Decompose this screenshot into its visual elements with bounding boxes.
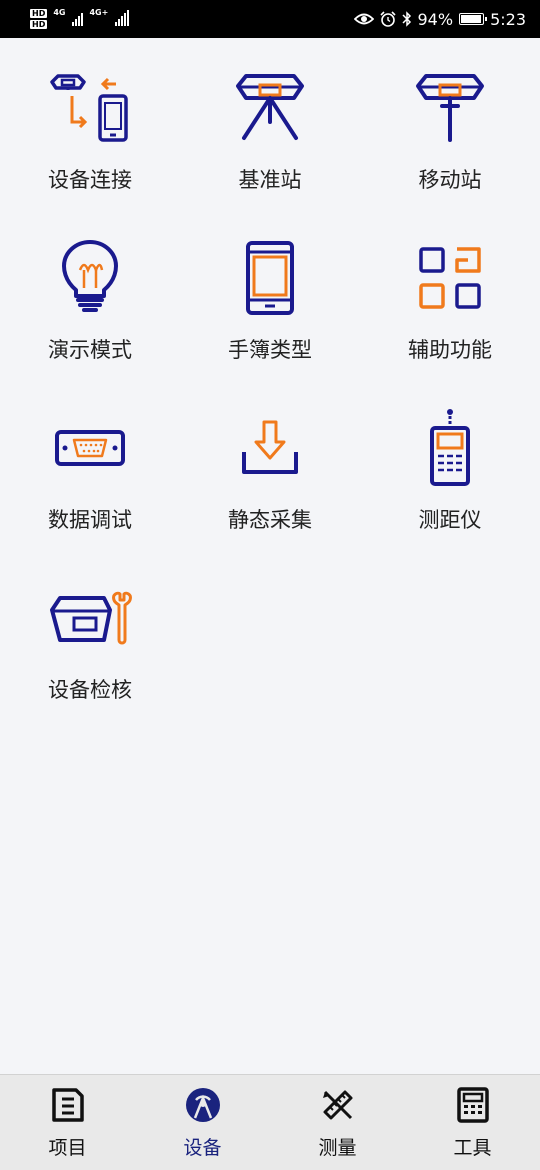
serial-port-icon: [45, 408, 135, 488]
tile-label: 移动站: [418, 168, 482, 192]
hd-badge-2: HD: [30, 20, 48, 29]
tile-base-station[interactable]: 基准站: [180, 38, 360, 208]
nav-label: 项目: [48, 1137, 87, 1159]
hd-badge-1: HD: [30, 9, 48, 18]
feature-grid: 设备连接 基准站 移动站 演示模式 手簿类型 辅助功能 数据调试 静态采集 测距…: [0, 38, 540, 718]
pencil-ruler-icon: [318, 1085, 358, 1125]
tile-label: 基准站: [238, 168, 302, 192]
bottom-nav: 项目 设备 测量 工具: [0, 1074, 540, 1170]
status-right: 94% 5:23: [353, 9, 526, 29]
clipboard-icon: [48, 1085, 88, 1125]
tile-label: 设备检核: [48, 678, 132, 702]
grid-squares-icon: [405, 238, 495, 318]
status-bar: HD HD 4G 4G+ 94% 5:23: [0, 0, 540, 38]
tile-handheld-type[interactable]: 手簿类型: [180, 208, 360, 378]
battery-icon: [459, 13, 488, 25]
hd-indicator: HD HD: [30, 8, 48, 30]
tile-label: 辅助功能: [408, 338, 492, 362]
tile-device-check[interactable]: 设备检核: [0, 548, 180, 718]
tile-label: 手簿类型: [228, 338, 312, 362]
device-connect-icon: [45, 68, 135, 148]
nav-label: 设备: [183, 1137, 222, 1159]
base-station-icon: [225, 68, 315, 148]
tile-rover-station[interactable]: 移动站: [360, 38, 540, 208]
tile-data-debug[interactable]: 数据调试: [0, 378, 180, 548]
nav-device[interactable]: 设备: [135, 1075, 270, 1170]
nav-tools[interactable]: 工具: [405, 1075, 540, 1170]
tile-label: 数据调试: [48, 508, 132, 532]
clock: 5:23: [490, 9, 526, 29]
battery-percent: 94%: [417, 9, 454, 29]
signal-icon: [72, 12, 84, 26]
calculator-icon: [453, 1085, 493, 1125]
tile-demo-mode[interactable]: 演示模式: [0, 208, 180, 378]
rangefinder-icon: [405, 408, 495, 488]
tile-label: 静态采集: [228, 508, 312, 532]
tile-rangefinder[interactable]: 测距仪: [360, 378, 540, 548]
tile-label: 设备连接: [48, 168, 132, 192]
eye-icon: [353, 13, 374, 25]
network-type-1: 4G: [53, 8, 66, 17]
alarm-icon: [379, 11, 396, 27]
antenna-icon: [183, 1085, 223, 1125]
tile-label: 演示模式: [48, 338, 132, 362]
rover-station-icon: [405, 68, 495, 148]
signal-icon: [115, 10, 130, 26]
bluetooth-icon: [401, 11, 411, 27]
tile-auxiliary[interactable]: 辅助功能: [360, 208, 540, 378]
tile-label: 测距仪: [418, 508, 482, 532]
lightbulb-icon: [45, 238, 135, 318]
device-check-icon: [45, 578, 135, 658]
download-icon: [225, 408, 315, 488]
nav-label: 工具: [453, 1137, 492, 1159]
nav-project[interactable]: 项目: [0, 1075, 135, 1170]
handheld-icon: [225, 238, 315, 318]
status-left: HD HD 4G 4G+: [30, 8, 130, 30]
tile-device-connect[interactable]: 设备连接: [0, 38, 180, 208]
battery-fill: [461, 15, 481, 23]
nav-measure[interactable]: 测量: [270, 1075, 405, 1170]
nav-label: 测量: [318, 1137, 357, 1159]
network-type-2: 4G+: [89, 8, 109, 17]
tile-static-collect[interactable]: 静态采集: [180, 378, 360, 548]
